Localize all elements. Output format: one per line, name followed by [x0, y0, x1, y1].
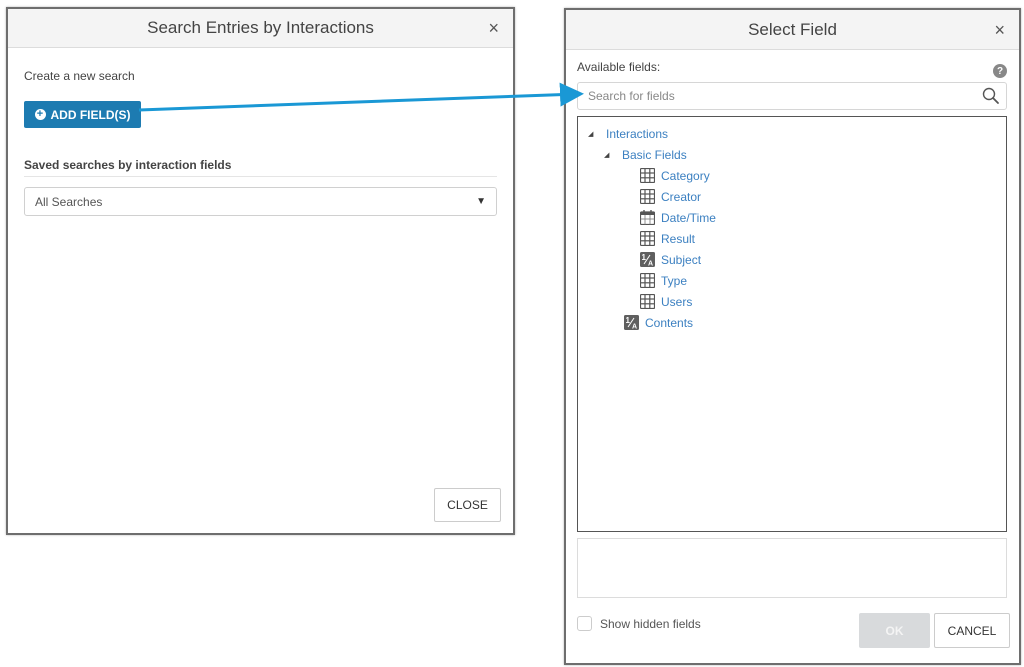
tree-leaf-label[interactable]: Category [661, 169, 710, 183]
calendar-icon [640, 210, 655, 225]
tree-leaf-users[interactable]: Users [578, 291, 1006, 312]
divider [24, 176, 497, 177]
table-icon [640, 231, 655, 246]
field-search-input[interactable] [578, 83, 980, 109]
table-icon [640, 294, 655, 309]
close-icon[interactable]: × [488, 19, 499, 37]
ok-button[interactable]: OK [859, 613, 930, 648]
tree-leaf-label[interactable]: Result [661, 232, 695, 246]
field-tree: ◢ Interactions ◢ Basic Fields Category Cr… [577, 116, 1007, 532]
tree-leaf-subject[interactable]: 1 A Subject [578, 249, 1006, 270]
tree-leaf-creator[interactable]: Creator [578, 186, 1006, 207]
cancel-button[interactable]: CANCEL [934, 613, 1010, 648]
close-button[interactable]: CLOSE [434, 488, 501, 522]
caret-down-icon: ▼ [476, 196, 486, 207]
field-description-box [577, 538, 1007, 598]
table-icon [640, 168, 655, 183]
search-entries-dialog: Search Entries by Interactions × Create … [6, 7, 515, 535]
checkbox[interactable] [577, 616, 592, 631]
tree-leaf-label[interactable]: Subject [661, 253, 701, 267]
text-field-icon: 1 A [624, 315, 639, 330]
tree-leaf-label[interactable]: Contents [645, 316, 693, 330]
dialog-title: Select Field [748, 19, 837, 39]
tree-leaf-label[interactable]: Users [661, 295, 692, 309]
create-search-label: Create a new search [24, 69, 135, 83]
dialog-title: Search Entries by Interactions [147, 18, 374, 37]
tree-leaf-contents[interactable]: 1 A Contents [578, 312, 1006, 333]
available-fields-label: Available fields: [577, 60, 661, 74]
add-fields-label: ADD FIELD(S) [50, 107, 131, 122]
select-value: All Searches [35, 194, 103, 209]
add-fields-button[interactable]: + ADD FIELD(S) [24, 101, 141, 128]
plus-circle-icon: + [34, 109, 46, 120]
tree-node-label[interactable]: Basic Fields [622, 148, 687, 162]
saved-searches-select[interactable]: All Searches ▼ [24, 187, 497, 216]
tree-leaf-type[interactable]: Type [578, 270, 1006, 291]
table-icon [640, 189, 655, 204]
tree-leaf-label[interactable]: Type [661, 274, 687, 288]
tree-leaf-label[interactable]: Date/Time [661, 211, 716, 225]
tree-leaf-result[interactable]: Result [578, 228, 1006, 249]
search-icon[interactable] [980, 85, 1002, 107]
tree-node-label[interactable]: Interactions [606, 127, 668, 141]
select-field-dialog: Select Field × Available fields: ? ◢ Int… [564, 8, 1021, 665]
tree-leaf-date-time[interactable]: Date/Time [578, 207, 1006, 228]
tree-node-interactions[interactable]: ◢ Interactions [578, 123, 1006, 144]
svg-text:A: A [648, 261, 653, 268]
svg-text:A: A [632, 324, 637, 331]
field-search-box [577, 82, 1007, 110]
tree-leaf-label[interactable]: Creator [661, 190, 701, 204]
close-icon[interactable]: × [994, 21, 1005, 39]
dialog-header: Select Field × [566, 10, 1019, 50]
tree-node-basic-fields[interactable]: ◢ Basic Fields [578, 144, 1006, 165]
help-icon[interactable]: ? [993, 64, 1007, 78]
show-hidden-fields-label: Show hidden fields [600, 616, 701, 631]
text-field-icon: 1A [640, 252, 655, 267]
tree-leaf-category[interactable]: Category [578, 165, 1006, 186]
expand-triangle-icon[interactable]: ◢ [588, 130, 598, 138]
table-icon [640, 273, 655, 288]
show-hidden-fields-checkbox[interactable]: Show hidden fields [577, 616, 701, 631]
saved-searches-label: Saved searches by interaction fields [24, 158, 232, 172]
expand-triangle-icon[interactable]: ◢ [604, 151, 614, 159]
dialog-header: Search Entries by Interactions × [8, 9, 513, 48]
